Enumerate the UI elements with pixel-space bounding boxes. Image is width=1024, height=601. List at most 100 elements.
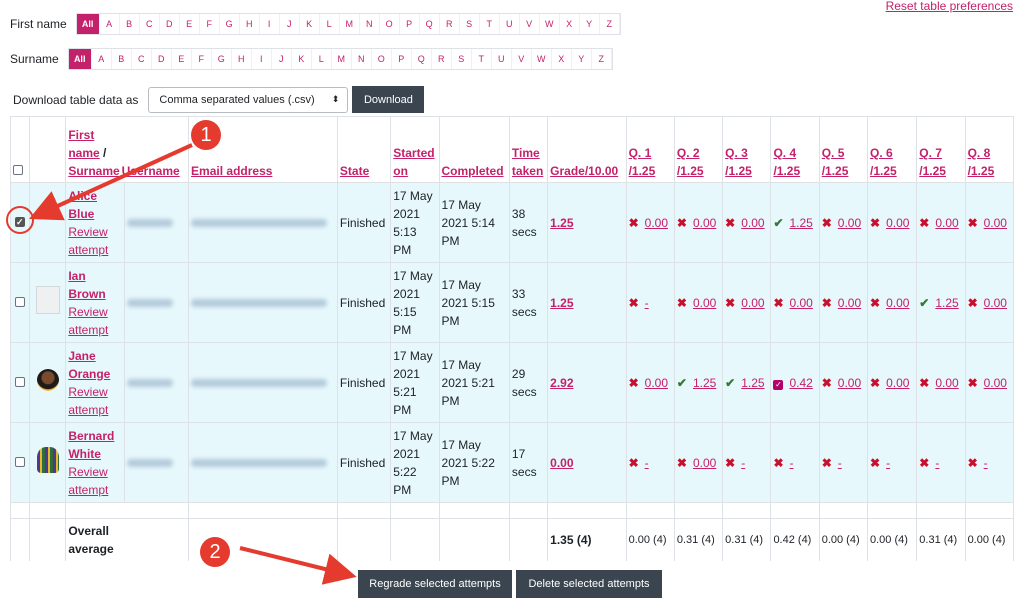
grade-link[interactable]: 1.25 [550, 296, 573, 310]
question-mark-link[interactable]: 1.25 [741, 376, 764, 390]
download-format-select[interactable]: Comma separated values (.csv) ⬍ [148, 86, 349, 113]
select-all-checkbox[interactable] [13, 165, 23, 175]
question-mark-link[interactable]: - [935, 456, 939, 470]
sort-q3-link[interactable]: Q. 3 [725, 146, 748, 160]
firstname-initial-d[interactable]: D [160, 14, 180, 34]
sort-firstname-link[interactable]: First [68, 128, 94, 142]
sort-surname-link[interactable]: Surname [68, 164, 119, 178]
question-mark-link[interactable]: 0.00 [838, 216, 861, 230]
firstname-initial-m[interactable]: M [340, 14, 360, 34]
surname-initial-g[interactable]: G [212, 49, 232, 69]
question-mark-link[interactable]: 0.00 [693, 216, 716, 230]
question-mark-link[interactable]: 0.00 [935, 216, 958, 230]
firstname-initial-r[interactable]: R [440, 14, 460, 34]
firstname-initial-w[interactable]: W [540, 14, 560, 34]
question-mark-link[interactable]: - [790, 456, 794, 470]
sort-timetaken-link-2[interactable]: taken [512, 164, 543, 178]
firstname-initial-a[interactable]: A [100, 14, 120, 34]
question-mark-link[interactable]: 0.00 [984, 376, 1007, 390]
firstname-initial-q[interactable]: Q [420, 14, 440, 34]
surname-initial-y[interactable]: Y [572, 49, 592, 69]
surname-initial-u[interactable]: U [492, 49, 512, 69]
question-mark-link[interactable]: 0.00 [645, 216, 668, 230]
firstname-initial-s[interactable]: S [460, 14, 480, 34]
question-mark-link[interactable]: - [984, 456, 988, 470]
sort-q1-max-link[interactable]: /1.25 [629, 164, 656, 178]
sort-q5-max-link[interactable]: /1.25 [822, 164, 849, 178]
surname-initial-s[interactable]: S [452, 49, 472, 69]
firstname-initial-u[interactable]: U [500, 14, 520, 34]
firstname-initial-b[interactable]: B [120, 14, 140, 34]
sort-timetaken-link[interactable]: Time [512, 146, 540, 160]
delete-selected-button[interactable]: Delete selected attempts [516, 570, 662, 598]
question-mark-link[interactable]: 0.00 [693, 456, 716, 470]
firstname-initial-l[interactable]: L [320, 14, 340, 34]
firstname-initial-f[interactable]: F [200, 14, 220, 34]
question-mark-link[interactable]: 1.25 [790, 216, 813, 230]
firstname-initial-n[interactable]: N [360, 14, 380, 34]
sort-state-link[interactable]: State [340, 164, 369, 178]
sort-q3-max-link[interactable]: /1.25 [725, 164, 752, 178]
question-mark-link[interactable]: - [838, 456, 842, 470]
sort-started-link-2[interactable]: on [393, 164, 408, 178]
surname-initial-m[interactable]: M [332, 49, 352, 69]
sort-firstname-link-2[interactable]: name [68, 146, 99, 160]
sort-q8-link[interactable]: Q. 8 [968, 146, 991, 160]
surname-initial-t[interactable]: T [472, 49, 492, 69]
sort-email-link[interactable]: Email address [191, 164, 272, 178]
sort-grade-link[interactable]: Grade/10.00 [550, 164, 618, 178]
firstname-initial-k[interactable]: K [300, 14, 320, 34]
sort-q4-link[interactable]: Q. 4 [773, 146, 796, 160]
reset-table-preferences-link[interactable]: Reset table preferences [886, 0, 1013, 13]
row-checkbox[interactable] [15, 456, 26, 467]
surname-initial-h[interactable]: H [232, 49, 252, 69]
review-attempt-link[interactable]: Review attempt [68, 383, 121, 419]
question-mark-link[interactable]: 0.00 [886, 376, 909, 390]
sort-q2-link[interactable]: Q. 2 [677, 146, 700, 160]
sort-started-link[interactable]: Started [393, 146, 434, 160]
sort-username-link[interactable]: Username [122, 164, 180, 178]
row-checkbox[interactable] [15, 376, 26, 387]
firstname-initial-h[interactable]: H [240, 14, 260, 34]
regrade-selected-button[interactable]: Regrade selected attempts [358, 570, 512, 598]
firstname-initial-p[interactable]: P [400, 14, 420, 34]
surname-initial-d[interactable]: D [152, 49, 172, 69]
question-mark-link[interactable]: - [645, 456, 649, 470]
grade-link[interactable]: 0.00 [550, 456, 573, 470]
question-mark-link[interactable]: - [741, 456, 745, 470]
surname-initial-r[interactable]: R [432, 49, 452, 69]
sort-completed-link[interactable]: Completed [442, 164, 504, 178]
question-mark-link[interactable]: 0.00 [838, 296, 861, 310]
firstname-all-button[interactable]: All [76, 14, 100, 34]
firstname-initial-e[interactable]: E [180, 14, 200, 34]
question-mark-link[interactable]: 0.00 [935, 376, 958, 390]
firstname-initial-j[interactable]: J [280, 14, 300, 34]
sort-q7-max-link[interactable]: /1.25 [919, 164, 946, 178]
surname-initial-a[interactable]: A [92, 49, 112, 69]
user-firstname-link[interactable]: Jane [68, 347, 121, 365]
sort-q1-link[interactable]: Q. 1 [629, 146, 652, 160]
sort-q6-max-link[interactable]: /1.25 [870, 164, 897, 178]
question-mark-link[interactable]: - [886, 456, 890, 470]
firstname-initial-o[interactable]: O [380, 14, 400, 34]
firstname-initial-v[interactable]: V [520, 14, 540, 34]
surname-initial-l[interactable]: L [312, 49, 332, 69]
review-attempt-link[interactable]: Review attempt [68, 303, 121, 339]
sort-q2-max-link[interactable]: /1.25 [677, 164, 704, 178]
row-checkbox[interactable] [15, 296, 26, 307]
surname-initial-q[interactable]: Q [412, 49, 432, 69]
firstname-initial-y[interactable]: Y [580, 14, 600, 34]
surname-initial-e[interactable]: E [172, 49, 192, 69]
question-mark-link[interactable]: 1.25 [935, 296, 958, 310]
sort-q6-link[interactable]: Q. 6 [870, 146, 893, 160]
question-mark-link[interactable]: 0.00 [645, 376, 668, 390]
firstname-initial-z[interactable]: Z [600, 14, 620, 34]
surname-initial-c[interactable]: C [132, 49, 152, 69]
user-firstname-link[interactable]: Ian [68, 267, 121, 285]
surname-initial-j[interactable]: J [272, 49, 292, 69]
sort-q7-link[interactable]: Q. 7 [919, 146, 942, 160]
question-mark-link[interactable]: 0.00 [984, 216, 1007, 230]
user-surname-link[interactable]: Orange [68, 365, 121, 383]
user-surname-link[interactable]: Brown [68, 285, 121, 303]
firstname-initial-c[interactable]: C [140, 14, 160, 34]
